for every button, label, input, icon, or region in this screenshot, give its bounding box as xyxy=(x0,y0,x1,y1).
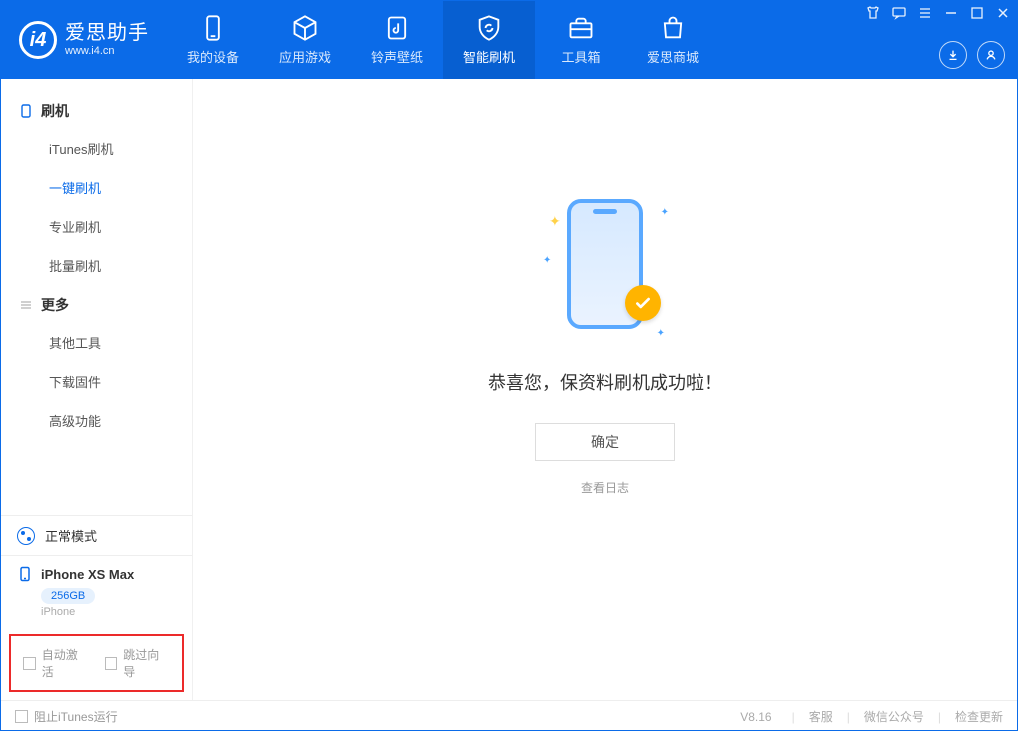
sparkle-icon: ✦ xyxy=(661,207,669,218)
maximize-icon[interactable] xyxy=(969,5,985,21)
sidebar-item-pro-flash[interactable]: 专业刷机 xyxy=(1,207,192,246)
app-url: www.i4.cn xyxy=(65,45,149,58)
logo-text: 爱思助手 www.i4.cn xyxy=(65,22,149,58)
tab-toolbox[interactable]: 工具箱 xyxy=(535,1,627,79)
tab-my-device[interactable]: 我的设备 xyxy=(167,1,259,79)
toolbox-icon xyxy=(567,14,595,42)
success-illustration: ✦ ✦ ✦ ✦ xyxy=(545,199,665,339)
shield-refresh-icon xyxy=(475,14,503,42)
tab-label: 工具箱 xyxy=(561,47,600,66)
bag-icon xyxy=(659,14,687,42)
sidebar-group-flash[interactable]: 刷机 xyxy=(1,91,192,129)
titlebar: i4 爱思助手 www.i4.cn 我的设备 应用游戏 铃声壁纸 智能刷机 工具… xyxy=(1,1,1017,79)
success-message: 恭喜您，保资料刷机成功啦！ xyxy=(488,369,722,395)
checkbox-label: 跳过向导 xyxy=(123,646,170,680)
check-update-link[interactable]: 检查更新 xyxy=(955,708,1003,725)
app-name: 爱思助手 xyxy=(65,22,149,45)
separator: | xyxy=(792,710,795,724)
tab-label: 铃声壁纸 xyxy=(371,47,423,66)
device-type: iPhone xyxy=(41,606,176,618)
device-name-label: iPhone XS Max xyxy=(41,567,134,582)
view-log-link[interactable]: 查看日志 xyxy=(581,479,629,496)
logo[interactable]: i4 爱思助手 www.i4.cn xyxy=(1,1,167,79)
checkbox-icon xyxy=(23,657,36,670)
checkbox-label: 自动激活 xyxy=(42,646,89,680)
separator: | xyxy=(938,710,941,724)
device-mode[interactable]: 正常模式 xyxy=(1,516,192,555)
separator: | xyxy=(847,710,850,724)
device-icon xyxy=(17,566,33,582)
tab-label: 智能刷机 xyxy=(463,47,515,66)
sparkle-icon: ✦ xyxy=(549,213,561,230)
checkbox-icon xyxy=(105,657,118,670)
group-title: 刷机 xyxy=(41,101,69,121)
statusbar: 阻止iTunes运行 V8.16 | 客服 | 微信公众号 | 检查更新 xyxy=(1,700,1017,732)
sidebar-item-itunes-flash[interactable]: iTunes刷机 xyxy=(1,129,192,168)
logo-icon: i4 xyxy=(19,21,57,59)
phone-icon xyxy=(199,14,227,42)
sidebar-item-advanced[interactable]: 高级功能 xyxy=(1,401,192,440)
check-badge-icon xyxy=(625,285,661,321)
sparkle-icon: ✦ xyxy=(543,255,551,266)
sidebar: 刷机 iTunes刷机 一键刷机 专业刷机 批量刷机 更多 其他工具 下载固件 … xyxy=(1,79,193,700)
header-actions xyxy=(939,41,1005,69)
tab-ringtone[interactable]: 铃声壁纸 xyxy=(351,1,443,79)
tab-apps[interactable]: 应用游戏 xyxy=(259,1,351,79)
tshirt-icon[interactable] xyxy=(865,5,881,21)
sidebar-item-other-tools[interactable]: 其他工具 xyxy=(1,323,192,362)
mode-label: 正常模式 xyxy=(45,526,97,545)
version-label: V8.16 xyxy=(740,710,771,724)
tab-smart-flash[interactable]: 智能刷机 xyxy=(443,1,535,79)
flash-options-highlight: 自动激活 跳过向导 xyxy=(9,634,184,692)
device-info[interactable]: iPhone XS Max 256GB iPhone xyxy=(1,555,192,626)
close-icon[interactable] xyxy=(995,5,1011,21)
main-content: ✦ ✦ ✦ ✦ 恭喜您，保资料刷机成功啦！ 确定 查看日志 xyxy=(193,79,1017,700)
sparkle-icon: ✦ xyxy=(657,328,665,339)
window-controls xyxy=(865,5,1011,21)
sidebar-item-oneclick-flash[interactable]: 一键刷机 xyxy=(1,168,192,207)
support-link[interactable]: 客服 xyxy=(809,708,833,725)
sidebar-group-more[interactable]: 更多 xyxy=(1,285,192,323)
device-capacity: 256GB xyxy=(41,588,95,604)
checkbox-label: 阻止iTunes运行 xyxy=(34,708,118,725)
cube-icon xyxy=(291,14,319,42)
sidebar-item-batch-flash[interactable]: 批量刷机 xyxy=(1,246,192,285)
feedback-icon[interactable] xyxy=(891,5,907,21)
checkbox-icon xyxy=(15,710,28,723)
menu-icon[interactable] xyxy=(917,5,933,21)
mode-icon xyxy=(17,527,35,545)
checkbox-auto-activate[interactable]: 自动激活 xyxy=(23,646,89,680)
minimize-icon[interactable] xyxy=(943,5,959,21)
checkbox-block-itunes[interactable]: 阻止iTunes运行 xyxy=(15,708,118,725)
tab-label: 应用游戏 xyxy=(279,47,331,66)
music-file-icon xyxy=(383,14,411,42)
checkbox-skip-guide[interactable]: 跳过向导 xyxy=(105,646,171,680)
download-button[interactable] xyxy=(939,41,967,69)
main-tabs: 我的设备 应用游戏 铃声壁纸 智能刷机 工具箱 爱思商城 xyxy=(167,1,719,79)
group-title: 更多 xyxy=(41,295,69,315)
tab-label: 爱思商城 xyxy=(647,47,699,66)
user-button[interactable] xyxy=(977,41,1005,69)
phone-outline-icon xyxy=(19,104,33,118)
tab-label: 我的设备 xyxy=(187,47,239,66)
ok-button[interactable]: 确定 xyxy=(535,423,675,461)
list-icon xyxy=(19,298,33,312)
sidebar-item-download-firmware[interactable]: 下载固件 xyxy=(1,362,192,401)
wechat-link[interactable]: 微信公众号 xyxy=(864,708,924,725)
tab-store[interactable]: 爱思商城 xyxy=(627,1,719,79)
